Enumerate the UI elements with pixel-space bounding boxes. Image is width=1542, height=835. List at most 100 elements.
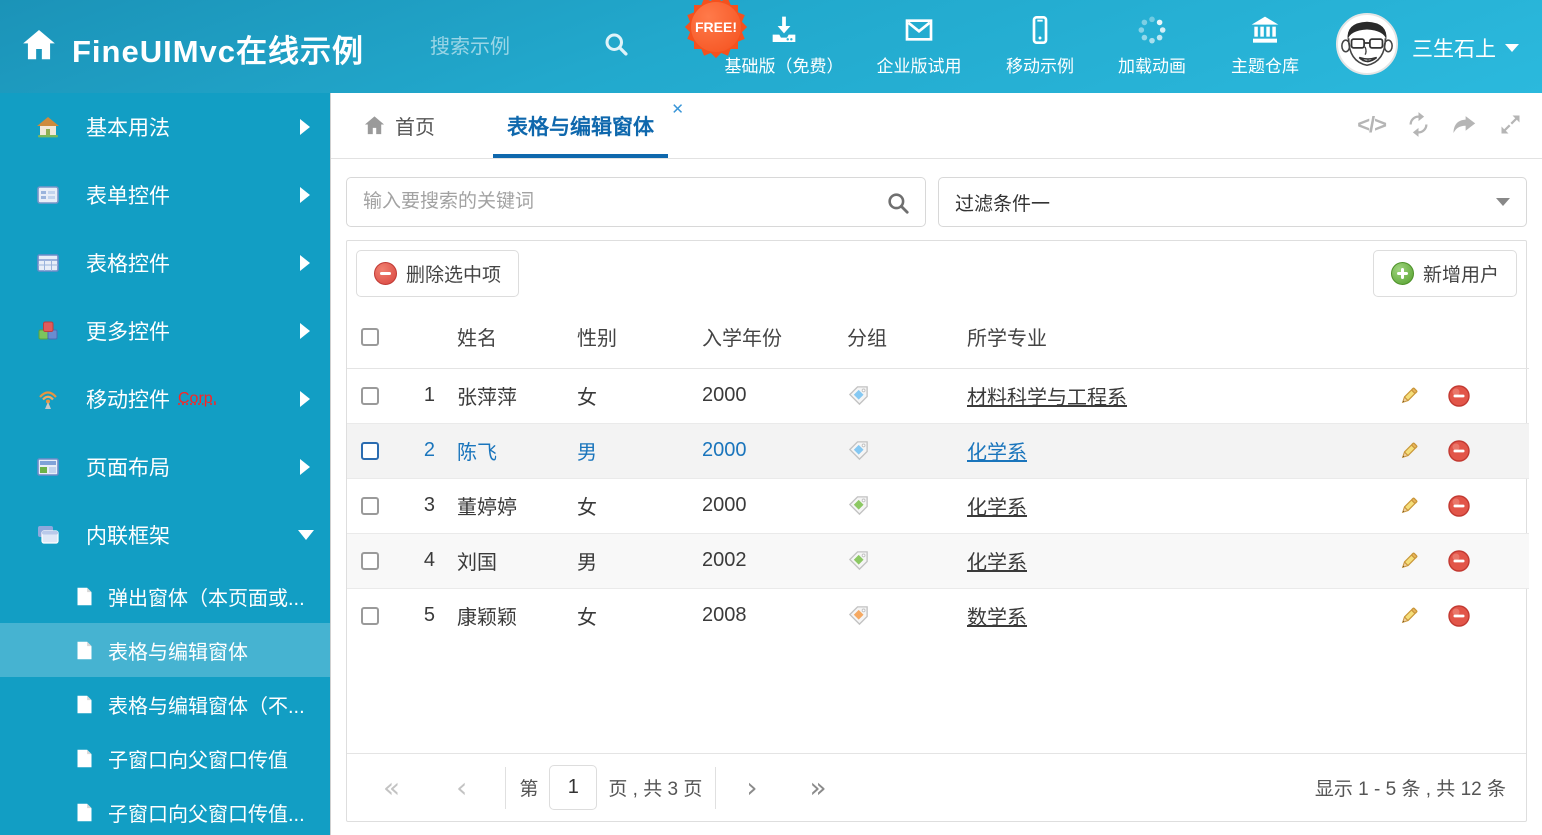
sidebar-item-grid-controls[interactable]: 表格控件 [0,229,330,297]
filter-dropdown[interactable]: 过滤条件一 [938,177,1527,227]
add-user-button[interactable]: 新增用户 [1373,250,1517,297]
nav-item-mobile-demo[interactable]: 移动示例 [988,14,1092,77]
next-page-button[interactable]: › [746,774,757,802]
table-row[interactable]: 4 刘国 男 2002 化学系 [347,533,1529,588]
home-icon[interactable] [20,26,58,64]
main-content: 首页 表格与编辑窗体 ✕ </> 过滤条件一 删除选中项 [330,93,1542,835]
sidebar-subitem-grid-edit-window-2[interactable]: 表格与编辑窗体（不... [0,677,330,731]
table-row-selected[interactable]: 2 陈飞 男 2000 化学系 [347,423,1529,478]
nav-item-theme-store[interactable]: 主题仓库 [1212,14,1318,77]
column-header-year[interactable]: 入学年份 [702,306,847,368]
row-number: 3 [402,478,457,533]
edit-pencil-icon[interactable] [1397,494,1421,518]
cell-gender: 男 [577,423,702,478]
sidebar-item-more-controls[interactable]: 更多控件 [0,297,330,365]
sidebar-subitem-popup-window[interactable]: 弹出窗体（本页面或... [0,569,330,623]
delete-row-icon[interactable] [1447,439,1471,463]
sidebar-subitem-child-to-parent[interactable]: 子窗口向父窗口传值 [0,731,330,785]
edit-pencil-icon[interactable] [1397,384,1421,408]
column-header-major[interactable]: 所学专业 [967,306,1397,368]
expand-icon[interactable] [1497,111,1524,138]
delete-row-icon[interactable] [1447,494,1471,518]
major-link[interactable]: 化学系 [967,552,1027,574]
delete-row-icon[interactable] [1447,604,1471,628]
nav-item-basic-free[interactable]: 基础版（免费） [718,14,850,77]
share-icon[interactable] [1451,111,1478,138]
table-row[interactable]: 3 董婷婷 女 2000 化学系 [347,478,1529,533]
tab-grid-edit-window[interactable]: 表格与编辑窗体 ✕ [493,93,668,158]
cell-year: 2000 [702,478,847,533]
filter-row: 过滤条件一 [346,177,1527,227]
row-checkbox[interactable] [361,497,379,515]
app-title: FineUIMvc在线示例 [72,26,364,71]
form-icon [36,183,60,207]
page-label-suffix: 页 , 共 3 页 [608,774,702,801]
table-row[interactable]: 1 张萍萍 女 2000 材料科学与工程系 [347,368,1529,423]
nav-item-loading-animation[interactable]: 加载动画 [1102,14,1202,77]
first-page-button[interactable]: « [383,774,400,802]
sidebar-subitem-child-to-parent-2[interactable]: 子窗口向父窗口传值... [0,785,330,835]
user-menu[interactable]: 三生石上 [1412,33,1519,63]
corp-badge: Corp. [178,390,217,408]
edit-pencil-icon[interactable] [1397,549,1421,573]
sidebar-item-mobile-controls[interactable]: 移动控件 Corp. [0,365,330,433]
row-number: 1 [402,368,457,423]
sidebar-item-form-controls[interactable]: 表单控件 [0,161,330,229]
sidebar-subitem-grid-edit-window[interactable]: 表格与编辑窗体 [0,623,330,677]
cell-name: 刘国 [457,533,577,588]
plus-circle-icon [1391,262,1414,285]
users-table: 姓名 性别 入学年份 分组 所学专业 1 张萍萍 女 2000 材料科学与工程系 [347,306,1529,643]
table-icon [36,251,60,275]
header-search-input[interactable] [430,30,580,64]
major-link[interactable]: 数学系 [967,607,1027,629]
prev-page-button[interactable]: ‹ [456,774,467,802]
page-number-input[interactable] [549,765,597,810]
cell-gender: 女 [577,588,702,643]
chevron-right-icon [300,323,310,339]
row-checkbox[interactable] [361,442,379,460]
search-icon[interactable] [885,190,911,216]
edit-pencil-icon[interactable] [1397,439,1421,463]
major-link[interactable]: 化学系 [967,442,1027,464]
cell-name: 董婷婷 [457,478,577,533]
sidebar-item-label: 内联框架 [86,520,170,550]
major-link[interactable]: 化学系 [967,497,1027,519]
source-code-icon[interactable]: </> [1357,111,1386,138]
tab-home[interactable]: 首页 [363,93,435,158]
bank-icon [1249,14,1281,46]
file-icon [74,802,95,823]
row-checkbox[interactable] [361,387,379,405]
cell-gender: 女 [577,478,702,533]
tag-icon [847,384,870,407]
row-checkbox[interactable] [361,552,379,570]
window-actions: </> [1357,111,1524,138]
delete-row-icon[interactable] [1447,384,1471,408]
sidebar-item-basic-usage[interactable]: 基本用法 [0,93,330,161]
user-avatar[interactable] [1336,13,1398,75]
row-checkbox[interactable] [361,607,379,625]
chevron-right-icon [300,391,310,407]
cell-year: 2002 [702,533,847,588]
nav-item-enterprise-trial[interactable]: 企业版试用 [860,14,978,77]
divider [715,767,716,809]
row-number: 4 [402,533,457,588]
last-page-button[interactable]: » [810,774,827,802]
close-icon[interactable]: ✕ [671,100,684,118]
major-link[interactable]: 材料科学与工程系 [967,387,1127,409]
select-all-checkbox[interactable] [361,328,379,346]
table-row[interactable]: 5 康颖颖 女 2008 数学系 [347,588,1529,643]
keyword-search-input[interactable] [347,178,925,226]
sidebar-item-page-layout[interactable]: 页面布局 [0,433,330,501]
delete-selected-button[interactable]: 删除选中项 [356,250,519,297]
sidebar-item-iframe[interactable]: 内联框架 [0,501,330,569]
header-search-icon[interactable] [602,30,630,58]
column-header-gender[interactable]: 性别 [577,306,702,368]
column-header-name[interactable]: 姓名 [457,306,577,368]
cell-gender: 女 [577,368,702,423]
delete-row-icon[interactable] [1447,549,1471,573]
column-header-group[interactable]: 分组 [847,306,967,368]
edit-pencil-icon[interactable] [1397,604,1421,628]
app-header: FineUIMvc在线示例 FREE! 基础版（免费） 企业版试用 移动示例 加… [0,0,1542,93]
minus-circle-icon [374,262,397,285]
refresh-icon[interactable] [1405,111,1432,138]
